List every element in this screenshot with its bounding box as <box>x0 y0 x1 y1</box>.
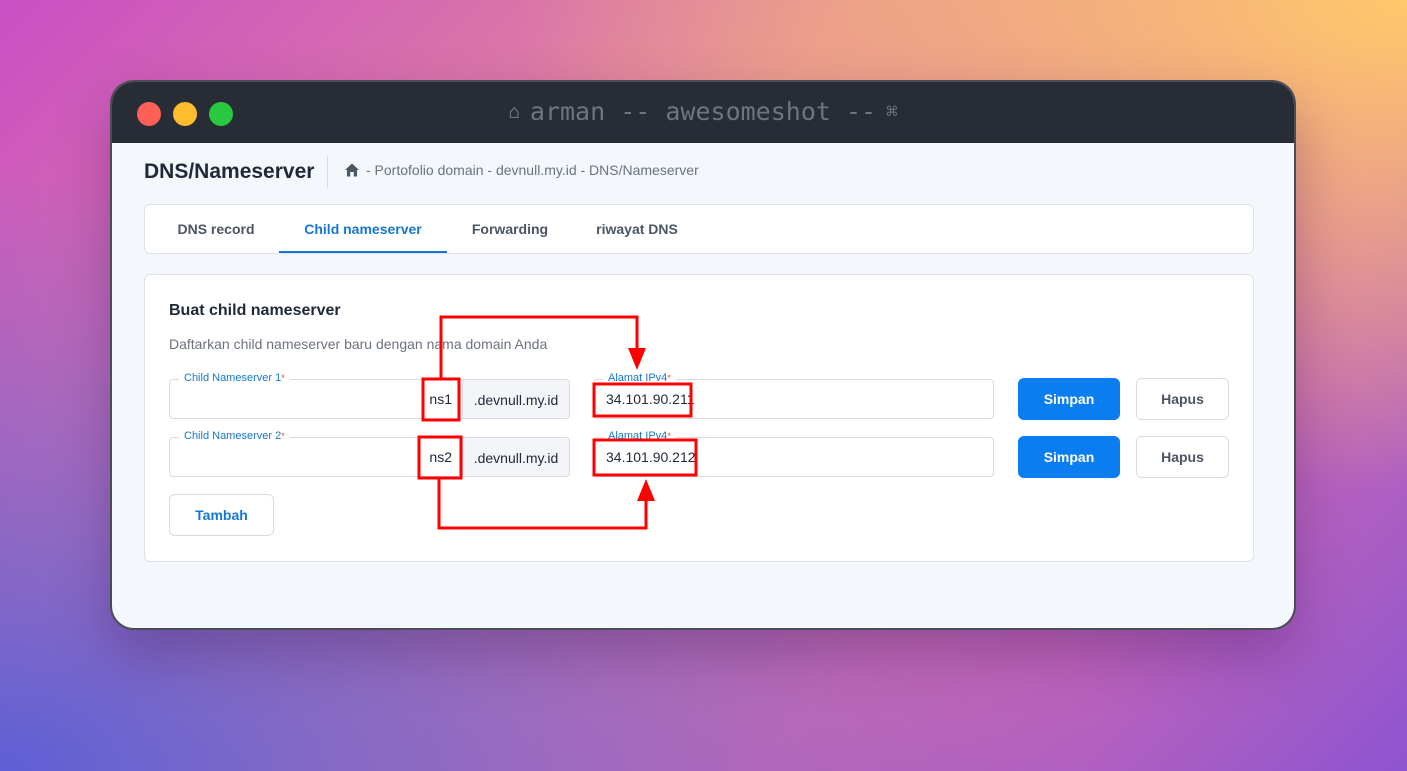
child-nameserver-2-value: ns2 <box>429 449 452 465</box>
tab-child-nameserver[interactable]: Child nameserver <box>279 205 447 253</box>
page-content: DNS/Nameserver - Portofolio domain - dev… <box>112 143 1294 628</box>
window-title-text: arman -- awesomeshot -- <box>529 97 877 126</box>
delete-button-1[interactable]: Hapus <box>1136 378 1229 420</box>
ipv4-address-2-label: Alamat IPv4* <box>603 429 676 443</box>
child-nameserver-form: Buat child nameserver Daftarkan child na… <box>144 274 1254 562</box>
home-icon: ⌂ <box>508 100 520 123</box>
domain-suffix-2: .devnull.my.id <box>463 437 570 477</box>
header-divider <box>327 156 328 188</box>
save-button-2[interactable]: Simpan <box>1018 436 1120 478</box>
title-bar: ⌂ arman -- awesomeshot -- ⌘ <box>112 82 1294 143</box>
breadcrumb-home-icon[interactable] <box>344 162 360 178</box>
tabs-bar: DNS record Child nameserver Forwarding r… <box>144 204 1254 254</box>
child-nameserver-2-label: Child Nameserver 2* <box>179 429 290 443</box>
save-button-1[interactable]: Simpan <box>1018 378 1120 420</box>
domain-suffix-1: .devnull.my.id <box>463 379 570 419</box>
child-nameserver-1-input[interactable]: Child Nameserver 1* ns1 <box>169 371 463 419</box>
breadcrumb-text: - Portofolio domain - devnull.my.id - DN… <box>366 162 699 178</box>
child-nameserver-1-value: ns1 <box>429 391 452 407</box>
ipv4-address-1-value: 34.101.90.211 <box>606 391 695 407</box>
delete-button-2[interactable]: Hapus <box>1136 436 1229 478</box>
app-window: ⌂ arman -- awesomeshot -- ⌘ DNS/Nameserv… <box>112 82 1294 628</box>
command-icon: ⌘ <box>886 100 898 123</box>
tab-riwayat-dns[interactable]: riwayat DNS <box>585 205 689 253</box>
tab-dns-record[interactable]: DNS record <box>165 205 267 253</box>
child-nameserver-2-input[interactable]: Child Nameserver 2* ns2 <box>169 429 463 477</box>
page-title: DNS/Nameserver <box>144 160 315 183</box>
add-nameserver-button[interactable]: Tambah <box>169 494 274 536</box>
form-description: Daftarkan child nameserver baru dengan n… <box>169 336 548 352</box>
window-title: ⌂ arman -- awesomeshot -- ⌘ <box>112 97 1294 126</box>
ipv4-address-1-label: Alamat IPv4* <box>603 371 676 385</box>
breadcrumb: - Portofolio domain - devnull.my.id - DN… <box>344 162 699 178</box>
form-title: Buat child nameserver <box>169 302 341 319</box>
ipv4-address-2-input[interactable]: Alamat IPv4* 34.101.90.212 <box>593 429 994 477</box>
child-nameserver-1-label: Child Nameserver 1* <box>179 371 290 385</box>
ipv4-address-2-value: 34.101.90.212 <box>606 449 696 465</box>
ipv4-address-1-input[interactable]: Alamat IPv4* 34.101.90.211 <box>593 371 994 419</box>
tab-forwarding[interactable]: Forwarding <box>463 205 557 253</box>
